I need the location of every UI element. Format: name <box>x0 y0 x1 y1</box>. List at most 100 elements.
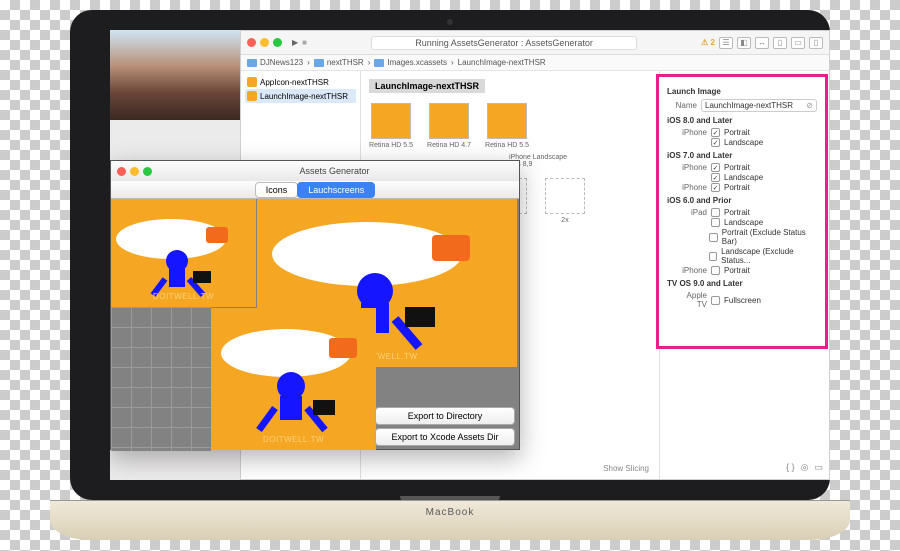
device-label: iPhone <box>677 128 707 137</box>
tab-icons[interactable]: Icons <box>255 182 299 198</box>
slot[interactable]: Retina HD 5.5 <box>485 103 529 150</box>
preview-tile[interactable]: DOITWELL.TW <box>111 199 256 307</box>
section-heading: iOS 8.0 and Later <box>667 116 817 125</box>
export-xcode-button[interactable]: Export to Xcode Assets Dir <box>375 428 515 446</box>
checkbox[interactable] <box>711 218 720 227</box>
nav-label: LaunchImage-nextTHSR <box>260 92 348 101</box>
watermark: DOITWELL.TW <box>111 292 256 301</box>
nav-label: AppIcon-nextTHSR <box>260 78 329 87</box>
checkbox[interactable] <box>711 128 720 137</box>
macbook-frame: ▶ ■ Running AssetsGenerator : AssetsGene… <box>50 10 850 540</box>
launch-art-icon <box>111 199 256 307</box>
inspector-highlight: Launch Image Name LaunchImage-nextTHSR ⊘… <box>656 74 828 349</box>
name-field[interactable]: LaunchImage-nextTHSR ⊘ <box>701 99 817 112</box>
window-title: Assets Generator <box>156 166 513 176</box>
preview-tile[interactable]: DOITWELL.TW <box>211 308 376 450</box>
warning-count: 2 <box>711 38 715 47</box>
nav-item-launchimage[interactable]: LaunchImage-nextTHSR <box>245 89 356 103</box>
xcode-toolbar: ▶ ■ Running AssetsGenerator : AssetsGene… <box>241 31 829 55</box>
option-label: Portrait <box>724 266 750 275</box>
option-row: Portrait (Exclude Status Bar) <box>667 228 817 246</box>
checkbox[interactable] <box>709 252 717 261</box>
device-label: iPad <box>677 208 707 217</box>
close-icon[interactable] <box>247 38 256 47</box>
empty-grid <box>111 307 211 451</box>
slot[interactable]: Retina HD 5.5 <box>369 103 413 150</box>
minimize-icon[interactable] <box>130 167 139 176</box>
slot-label: Retina HD 5.5 <box>369 142 413 150</box>
checkbox[interactable] <box>711 173 720 182</box>
attributes-inspector: Launch Image Name LaunchImage-nextTHSR ⊘… <box>659 77 825 316</box>
checkbox[interactable] <box>711 266 720 275</box>
option-label: Portrait <box>724 208 750 217</box>
editor-version-icon[interactable]: ↔ <box>755 37 769 49</box>
library-media-icon[interactable]: ◎ <box>801 462 809 473</box>
macbook-label: MacBook <box>50 507 850 518</box>
option-label: Landscape (Exclude Status... <box>721 247 817 265</box>
option-label: Landscape <box>724 218 763 227</box>
launch-art-icon <box>211 308 376 450</box>
name-value: LaunchImage-nextTHSR <box>705 101 793 110</box>
option-label: Landscape <box>724 173 763 182</box>
breadcrumb[interactable]: DJNews123 › nextTHSR › Images.xcassets ›… <box>241 55 829 71</box>
section-heading: iOS 6.0 and Prior <box>667 196 817 205</box>
checkbox[interactable] <box>711 183 720 192</box>
clear-icon[interactable]: ⊘ <box>806 101 813 110</box>
warning-badge[interactable]: ⚠ 2 <box>701 38 715 47</box>
minimize-icon[interactable] <box>260 38 269 47</box>
option-row: iPhonePortrait <box>667 163 817 172</box>
library-snippets-icon[interactable]: ▭ <box>814 462 823 473</box>
checkbox[interactable] <box>711 208 720 217</box>
option-row: Landscape <box>667 173 817 182</box>
option-label: Fullscreen <box>724 296 761 305</box>
slot[interactable]: Retina HD 4.7 <box>427 103 471 150</box>
checkbox[interactable] <box>711 296 720 305</box>
option-label: Portrait <box>724 128 750 137</box>
tab-launchscreens[interactable]: Lauchscreens <box>297 182 375 198</box>
option-row: Landscape <box>667 138 817 147</box>
close-icon[interactable] <box>117 167 126 176</box>
crumb-label: nextTHSR <box>327 58 364 67</box>
zoom-icon[interactable] <box>143 167 152 176</box>
show-slicing-button[interactable]: Show Slicing <box>603 464 649 473</box>
option-row: Landscape <box>667 218 817 227</box>
checkbox[interactable] <box>711 163 720 172</box>
assets-generator-window: Assets Generator Icons Lauchscreens <box>110 160 520 450</box>
export-directory-button[interactable]: Export to Directory <box>375 407 515 425</box>
editor-standard-icon[interactable]: ☰ <box>719 37 733 49</box>
slot-label: 2x <box>543 217 587 225</box>
inspector-heading: Launch Image <box>667 87 817 96</box>
wallpaper <box>110 30 240 120</box>
nav-item-appicon[interactable]: AppIcon-nextTHSR <box>245 75 356 89</box>
slot-label: Retina HD 4.7 <box>427 142 471 150</box>
option-row: iPhonePortrait <box>667 266 817 275</box>
library-objects-icon[interactable]: { } <box>786 462 795 473</box>
image-set-title: LaunchImage-nextTHSR <box>369 79 485 93</box>
panel-right-icon[interactable]: ▯ <box>809 37 823 49</box>
desktop: ▶ ■ Running AssetsGenerator : AssetsGene… <box>110 30 830 480</box>
option-row: iPad Portrait <box>667 208 817 217</box>
crumb-label: DJNews123 <box>260 58 303 67</box>
option-row: Landscape (Exclude Status... <box>667 247 817 265</box>
folder-icon <box>374 59 384 67</box>
crumb-label: Images.xcassets <box>387 58 447 67</box>
generator-body: DOITWELL.TW DOITWELL.TW <box>111 199 519 449</box>
option-row: iPhone Portrait <box>667 128 817 137</box>
camera-dot <box>447 19 453 25</box>
editor-assistant-icon[interactable]: ◧ <box>737 37 751 49</box>
imageset-icon <box>247 77 257 87</box>
slot[interactable]: 2x <box>543 178 587 225</box>
name-label: Name <box>667 101 697 110</box>
run-icon[interactable]: ▶ <box>292 38 298 47</box>
stop-icon[interactable]: ■ <box>302 38 307 47</box>
option-row: iPhonePortrait <box>667 183 817 192</box>
checkbox[interactable] <box>711 138 720 147</box>
slot-row-top: Retina HD 5.5 Retina HD 4.7 Retina HD 5.… <box>369 103 629 150</box>
activity-viewer: Running AssetsGenerator : AssetsGenerato… <box>371 36 637 50</box>
zoom-icon[interactable] <box>273 38 282 47</box>
crumb-label: LaunchImage-nextTHSR <box>458 58 546 67</box>
generator-tabs: Icons Lauchscreens <box>111 181 519 199</box>
checkbox[interactable] <box>709 233 718 242</box>
panel-left-icon[interactable]: ▯ <box>773 37 787 49</box>
panel-bottom-icon[interactable]: ▭ <box>791 37 805 49</box>
